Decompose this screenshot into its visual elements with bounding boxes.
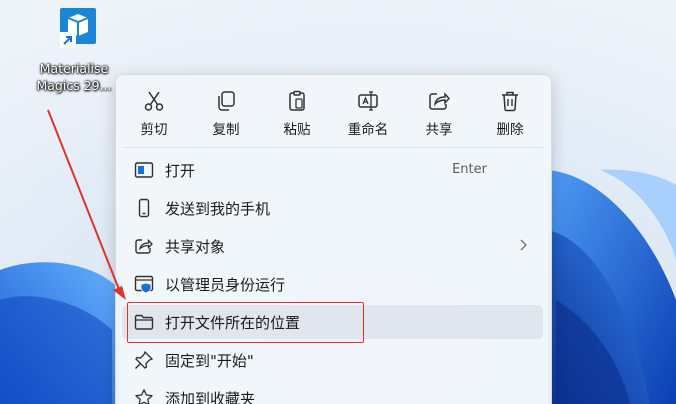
copy-icon [218,91,235,111]
share-icon [429,92,450,110]
paste-label: 粘贴 [283,122,311,138]
shortcut-label-line2: Magics 29... [36,78,112,93]
shortcut-label-line1: Materialise [39,61,109,76]
menu-item-label: 固定到"开始" [165,352,254,370]
cut-label: 剪切 [140,122,168,138]
menu-item-label: 发送到我的手机 [165,200,271,218]
paste-button[interactable]: 粘贴 [267,85,327,141]
menu-item-add-to-favorites[interactable]: 添加到收藏夹 [122,381,543,404]
menu-item-label: 共享对象 [165,238,226,256]
materialise-magics-app-icon [46,4,102,60]
rename-icon [358,91,378,111]
shortcut-arrow-icon [60,32,76,48]
share-button[interactable]: 共享 [409,85,469,141]
cut-button[interactable]: 剪切 [124,85,184,141]
share-label: 共享 [425,122,453,138]
shield-icon [134,275,154,294]
context-menu: 剪切 复制 粘贴 重命名 共享 删除 打开 Enter 发送到我的手机 共享对象… [115,74,552,404]
desktop: Materialise Magics 29... 剪切 复制 粘贴 重命名 共享… [0,0,676,404]
paste-icon [289,90,305,111]
menu-item-label: 以管理员身份运行 [165,276,286,294]
delete-icon [502,91,518,112]
rename-label: 重命名 [347,122,389,138]
delete-label: 删除 [496,122,524,138]
annotation-highlight-box [127,302,364,343]
menu-divider [124,147,543,148]
desktop-shortcut-materialise-magics[interactable]: Materialise Magics 29... [28,4,120,94]
menu-item-label: 添加到收藏夹 [165,390,256,404]
pin-icon [135,350,154,369]
shortcut-hint: Enter [452,162,487,177]
copy-label: 复制 [212,122,240,138]
menu-item-send-to-phone[interactable]: 发送到我的手机 [122,191,543,225]
menu-item-open[interactable]: 打开 Enter [122,153,543,187]
star-icon [135,389,153,404]
menu-item-label: 打开 [165,162,196,180]
menu-item-pin-to-start[interactable]: 固定到"开始" [122,343,543,377]
cut-icon [144,91,164,111]
context-menu-toolbar: 剪切 复制 粘贴 重命名 共享 删除 [116,75,551,147]
chevron-right-icon [520,239,527,251]
menu-item-share-with[interactable]: 共享对象 [122,229,543,263]
menu-item-run-as-admin[interactable]: 以管理员身份运行 [122,267,543,301]
delete-button[interactable]: 删除 [480,85,540,141]
copy-button[interactable]: 复制 [196,85,256,141]
phone-icon [138,198,150,218]
rename-button[interactable]: 重命名 [338,85,398,141]
open-app-icon [134,162,154,178]
share-icon [135,238,153,254]
